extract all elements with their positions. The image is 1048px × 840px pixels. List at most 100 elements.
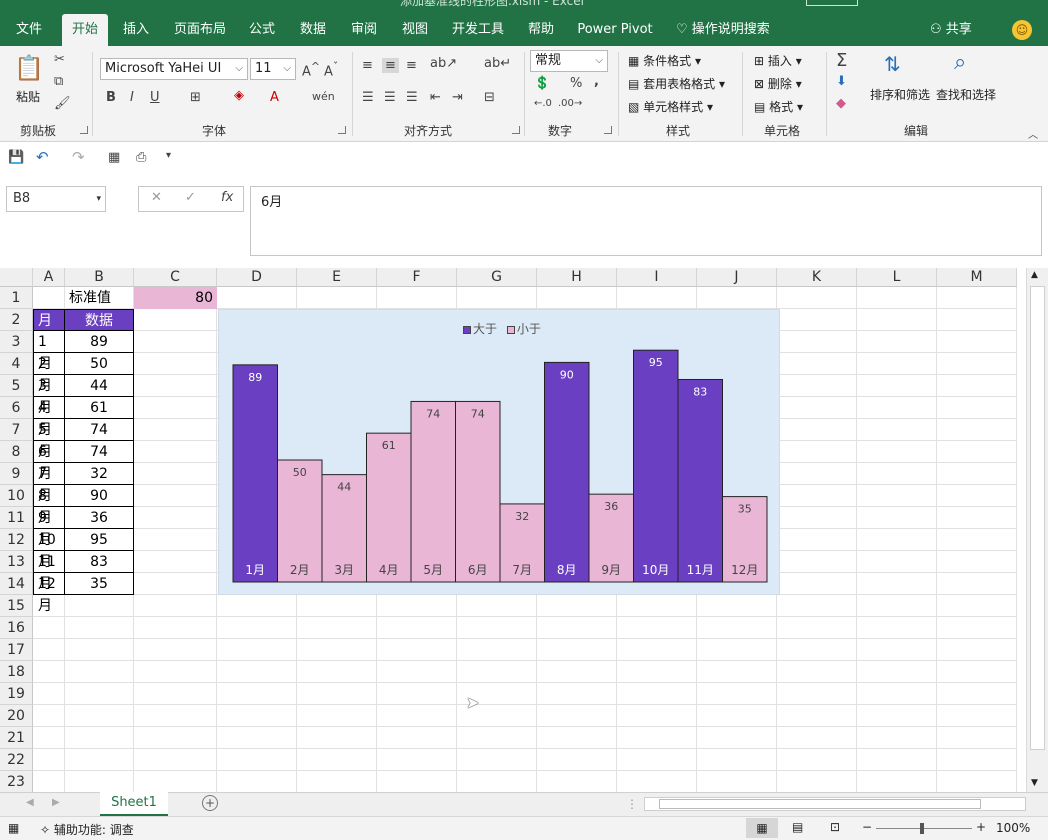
paste-button[interactable]: 粘贴 — [16, 88, 40, 105]
bar-1月[interactable] — [232, 364, 278, 583]
split-handle-icon[interactable]: ⋮ — [626, 797, 638, 811]
cell-C4[interactable]: 50 — [65, 353, 134, 375]
column-header-B[interactable]: B — [65, 268, 134, 287]
cell-D1[interactable]: 80 — [134, 287, 217, 309]
row-header-6[interactable]: 6 — [0, 397, 33, 419]
row-header-5[interactable]: 5 — [0, 375, 33, 397]
tab-help[interactable]: 帮助 — [522, 14, 560, 46]
underline-button[interactable]: U — [150, 90, 160, 105]
formula-input[interactable]: 6月 — [250, 186, 1042, 256]
column-header-F[interactable]: F — [377, 268, 457, 287]
smile-icon[interactable]: ☺ — [1012, 20, 1032, 40]
tab-home[interactable]: 开始 — [62, 14, 108, 46]
tab-power-pivot[interactable]: Power Pivot — [572, 14, 658, 46]
number-format-combo[interactable]: 常规 ⌵ — [530, 50, 608, 72]
select-all-corner[interactable] — [0, 268, 33, 287]
tab-review[interactable]: 审阅 — [344, 14, 384, 46]
column-header-E[interactable]: E — [297, 268, 377, 287]
clipboard-launcher-icon[interactable] — [80, 126, 88, 134]
bold-button[interactable]: B — [106, 90, 116, 105]
tab-developer[interactable]: 开发工具 — [446, 14, 510, 46]
increase-indent-icon[interactable]: ⇥ — [452, 90, 463, 105]
print-preview-icon[interactable]: ⎙ — [136, 150, 146, 165]
row-header-16[interactable]: 16 — [0, 617, 33, 639]
delete-cells-button[interactable]: ⊠ 删除 ▾ — [754, 75, 802, 92]
decrease-decimal-icon[interactable]: .00→ — [558, 98, 582, 109]
cell-B4[interactable]: 2月 — [33, 353, 65, 394]
vertical-scrollbar[interactable]: ▲ ▼ — [1026, 268, 1048, 792]
row-header-15[interactable]: 15 — [0, 595, 33, 617]
comma-button[interactable]: , — [594, 74, 599, 89]
tell-me-search[interactable]: ♡ 操作说明搜索 — [676, 14, 770, 46]
column-header-H[interactable]: H — [537, 268, 617, 287]
shrink-font-icon[interactable]: Aˇ — [324, 60, 338, 79]
bar-5月[interactable] — [410, 400, 456, 583]
cell-C10[interactable]: 90 — [65, 485, 134, 507]
cell-C2[interactable]: 数据 — [65, 309, 134, 331]
autosum-icon[interactable]: Σ — [836, 50, 847, 71]
bar-4月[interactable] — [366, 432, 412, 583]
column-header-G[interactable]: G — [457, 268, 537, 287]
font-name-combo[interactable]: Microsoft YaHei UI ⌵ — [100, 58, 248, 80]
cell-C8[interactable]: 74 — [65, 441, 134, 463]
cell-B7[interactable]: 5月 — [33, 419, 65, 460]
tab-formulas[interactable]: 公式 — [244, 14, 280, 46]
align-bottom-icon[interactable]: ≡ — [406, 58, 417, 73]
horizontal-scroll-thumb[interactable] — [659, 799, 981, 809]
align-middle-icon[interactable]: ≡ — [382, 58, 399, 73]
vertical-scroll-thumb[interactable] — [1030, 286, 1045, 750]
percent-button[interactable]: % — [570, 76, 582, 91]
scroll-sheets-right-icon[interactable]: ▶ — [52, 797, 60, 808]
column-header-K[interactable]: K — [777, 268, 857, 287]
phonetic-icon[interactable]: wén — [312, 90, 335, 103]
share-button[interactable]: ⚇ 共享 — [930, 14, 972, 46]
paste-icon[interactable]: 📋 — [14, 54, 44, 82]
row-header-11[interactable]: 11 — [0, 507, 33, 529]
clear-icon[interactable]: ◆ — [836, 96, 846, 111]
font-launcher-icon[interactable] — [338, 126, 346, 134]
cell-C7[interactable]: 74 — [65, 419, 134, 441]
grow-font-icon[interactable]: A^ — [302, 60, 320, 79]
number-launcher-icon[interactable] — [604, 126, 612, 134]
cell-C3[interactable]: 89 — [65, 331, 134, 353]
row-header-2[interactable]: 2 — [0, 309, 33, 331]
collapse-ribbon-icon[interactable]: ︿ — [1028, 126, 1038, 141]
increase-decimal-icon[interactable]: ←.0 — [534, 98, 552, 109]
name-box[interactable]: B8 ▾ — [6, 186, 106, 212]
cell-B12[interactable]: 10月 — [33, 529, 65, 570]
find-select-button[interactable]: 查找和选择 — [936, 86, 996, 103]
row-header-8[interactable]: 8 — [0, 441, 33, 463]
page-layout-view-icon[interactable]: ▤ — [792, 820, 803, 834]
format-as-table-button[interactable]: ▤ 套用表格格式 ▾ — [628, 75, 725, 92]
zoom-slider-thumb[interactable] — [920, 823, 924, 834]
row-header-7[interactable]: 7 — [0, 419, 33, 441]
cancel-icon[interactable]: ✕ — [151, 190, 162, 205]
row-header-18[interactable]: 18 — [0, 661, 33, 683]
tab-file[interactable]: 文件 — [8, 14, 50, 46]
alignment-launcher-icon[interactable] — [512, 126, 520, 134]
cell-styles-button[interactable]: ▧ 单元格样式 ▾ — [628, 98, 713, 115]
borders-icon[interactable]: ⊞ — [190, 90, 201, 105]
align-left-icon[interactable]: ☰ — [362, 90, 374, 105]
sort-filter-icon[interactable]: ⇅ — [884, 52, 901, 76]
cell-B5[interactable]: 3月 — [33, 375, 65, 416]
search-icon[interactable]: ⌕ — [954, 50, 966, 75]
insert-cells-button[interactable]: ⊞ 插入 ▾ — [754, 52, 802, 69]
merge-center-icon[interactable]: ⊟ — [484, 90, 495, 105]
accessibility-status[interactable]: ✧ 辅助功能: 调查 — [40, 821, 134, 838]
horizontal-scrollbar[interactable] — [644, 797, 1026, 811]
cell-C11[interactable]: 36 — [65, 507, 134, 529]
fill-color-icon[interactable]: ◈ — [234, 88, 244, 103]
cell-C12[interactable]: 95 — [65, 529, 134, 551]
column-header-C[interactable]: C — [134, 268, 217, 287]
insert-function-icon[interactable]: fx — [221, 190, 233, 205]
copy-icon[interactable]: ⧉ — [54, 74, 63, 89]
align-right-icon[interactable]: ☰ — [406, 90, 418, 105]
scroll-up-icon[interactable]: ▲ — [1031, 270, 1038, 280]
scroll-sheets-left-icon[interactable]: ◀ — [26, 797, 34, 808]
tab-data[interactable]: 数据 — [294, 14, 332, 46]
accounting-format-icon[interactable]: 💲 — [534, 76, 550, 91]
row-header-20[interactable]: 20 — [0, 705, 33, 727]
row-header-3[interactable]: 3 — [0, 331, 33, 353]
zoom-level[interactable]: 100% — [996, 821, 1030, 835]
